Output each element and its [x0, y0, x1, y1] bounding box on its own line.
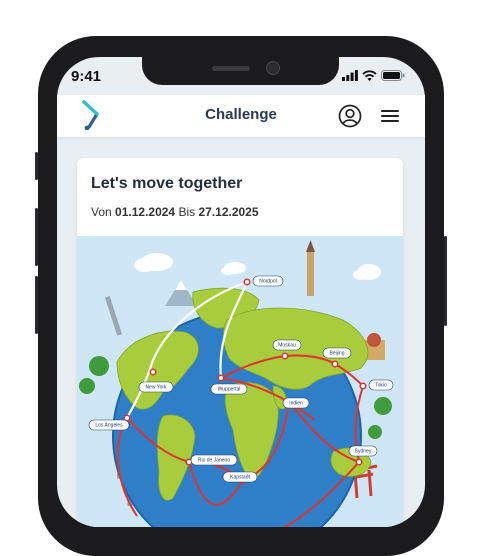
page-title: Challenge — [205, 106, 277, 123]
city-label: Nordpol — [259, 279, 277, 285]
status-time: 9:41 — [71, 68, 102, 85]
city-label: Beijing — [329, 351, 344, 357]
city-label: Wuppertal — [218, 387, 241, 393]
city-label: Los Angeles — [95, 423, 123, 429]
profile-icon[interactable] — [338, 104, 362, 128]
camera — [266, 61, 280, 75]
wifi-icon — [362, 70, 377, 81]
end-date: 27.12.2025 — [198, 205, 259, 219]
city-label: Kapstadt — [230, 475, 250, 481]
city-label: Moskau — [278, 343, 296, 349]
city-marker-cape-town[interactable]: Kapstadt — [222, 471, 258, 484]
city-marker-rio[interactable]: Rio de Janeiro — [185, 454, 238, 466]
city-label: Rio de Janeiro — [198, 458, 230, 464]
cloud-icon — [221, 262, 246, 275]
challenge-card[interactable]: Let's move together Von 01.12.2024 Bis 2… — [77, 158, 403, 527]
screen: 9:41 Challenge Let's move together Von 0… — [57, 57, 425, 527]
volume-down-button — [35, 276, 38, 334]
city-label: Tokio — [375, 383, 387, 389]
city-marker-los-angeles[interactable]: Los Angeles — [88, 414, 131, 431]
challenge-dates: Von 01.12.2024 Bis 27.12.2025 — [91, 205, 259, 219]
status-icons — [342, 70, 405, 81]
city-marker-india[interactable]: Indien — [282, 397, 310, 409]
start-date: 01.12.2024 — [115, 205, 176, 219]
to-label: Bis — [178, 205, 196, 219]
city-marker-north-pole[interactable]: Nordpol — [243, 275, 284, 287]
battery-icon — [381, 70, 405, 81]
signal-icon — [342, 70, 358, 81]
cloud-icon — [353, 264, 381, 280]
menu-icon[interactable] — [380, 107, 400, 125]
city-marker-tokyo[interactable]: Tokio — [359, 379, 394, 391]
tower-icon — [104, 296, 123, 336]
city-label: Sydney — [355, 449, 372, 455]
city-label: Indien — [289, 401, 303, 407]
challenge-title: Let's move together — [91, 175, 243, 192]
from-label: Von — [91, 205, 112, 219]
notch — [142, 57, 339, 85]
city-label: New York — [145, 385, 167, 391]
power-button — [444, 236, 447, 326]
big-ben-icon — [307, 252, 314, 296]
side-button — [35, 152, 38, 180]
speaker — [212, 66, 250, 71]
volume-up-button — [35, 208, 38, 266]
cloud-icon — [134, 253, 173, 272]
challenge-map[interactable]: Nordpol Moskau Beijing New York Wupperta… — [77, 236, 403, 527]
app-header: Challenge — [57, 95, 425, 137]
